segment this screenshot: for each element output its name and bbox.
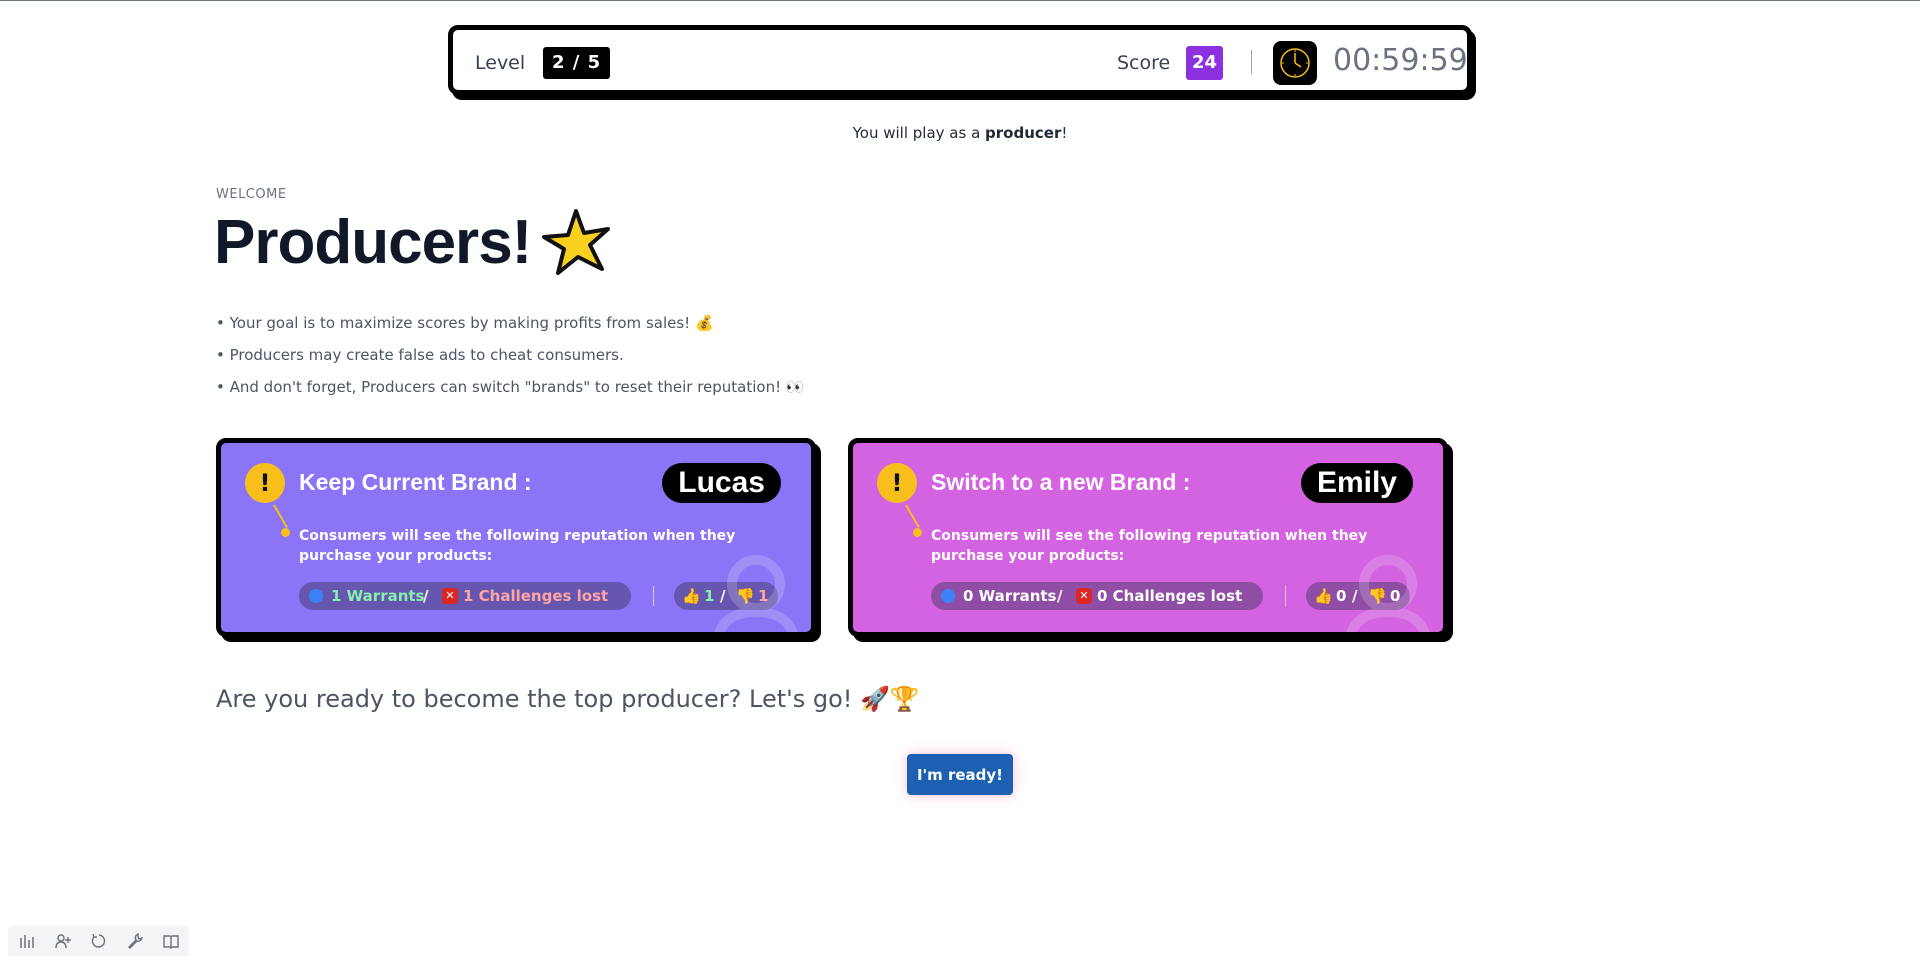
tool-dock [8,926,189,956]
status-bar: Level 2 / 5 Score 24 00:59:59 [448,25,1472,95]
thumbs-up-icon: 👍 [682,587,701,605]
connector-line [905,504,920,529]
user-silhouette-icon [714,555,798,632]
add-user-icon[interactable] [54,932,72,950]
warning-icon: ! [877,463,917,503]
im-ready-button[interactable]: I'm ready! [907,754,1013,795]
verified-icon [309,589,323,603]
card-description: Consumers will see the following reputat… [931,528,1368,564]
divider [1251,50,1252,74]
page-title: Producers! [214,208,532,277]
role-name: producer [985,124,1062,142]
separator-slash: / [423,587,429,605]
role-line: You will play as a producer! [0,124,1920,142]
cross-icon: ✕ [1076,588,1092,604]
warrants-count: 1 Warrants [331,587,425,605]
switch-brand-card[interactable]: ! Switch to a new Brand : Emily Consumer… [848,438,1448,637]
bullet-goal: • Your goal is to maximize scores by mak… [216,314,714,332]
reputation-pill: 0 Warrants / ✕ 0 Challenges lost [931,582,1263,610]
stopwatch-icon [1273,41,1317,85]
warning-icon: ! [245,463,285,503]
bullet-false-ads: • Producers may create false ads to chea… [216,346,624,364]
card-description: Consumers will see the following reputat… [299,528,736,564]
connector-line [273,504,288,529]
chart-icon[interactable] [18,932,36,950]
role-suffix: ! [1061,124,1068,142]
ready-question: Are you ready to become the top producer… [216,685,920,713]
score-label: Score [1117,52,1171,74]
connector-dot [281,528,290,537]
score-badge: 24 [1186,46,1224,80]
divider [653,586,654,606]
intro-bullets: • Your goal is to maximize scores by mak… [216,313,805,409]
book-icon[interactable] [162,932,180,950]
challenges-count: 0 Challenges lost [1097,587,1243,605]
verified-icon [941,589,955,603]
challenges-count: 1 Challenges lost [463,587,609,605]
cross-icon: ✕ [442,588,458,604]
thumbs-up-icon: 👍 [1314,587,1333,605]
user-silhouette-icon [1346,555,1430,632]
connector-dot [913,528,922,537]
divider [1285,586,1286,606]
role-prefix: You will play as a [852,124,986,142]
level-badge: 2 / 5 [543,47,611,79]
keep-brand-card[interactable]: ! Keep Current Brand : Lucas Consumers w… [216,438,816,637]
brand-name: Lucas [662,463,781,503]
brand-name: Emily [1300,463,1413,503]
card-title: Switch to a new Brand : [931,469,1191,495]
timer: 00:59:59 [1333,43,1468,78]
wrench-icon[interactable] [126,932,144,950]
refresh-icon[interactable] [90,932,108,950]
eyebrow: WELCOME [216,187,287,202]
star-icon [540,207,612,279]
card-title: Keep Current Brand : [299,469,532,495]
reputation-pill: 1 Warrants / ✕ 1 Challenges lost [299,582,631,610]
separator-slash: / [1057,587,1063,605]
level-label: Level [475,52,526,74]
warrants-count: 0 Warrants [963,587,1057,605]
bullet-switch-brands: • And don't forget, Producers can switch… [216,378,805,396]
